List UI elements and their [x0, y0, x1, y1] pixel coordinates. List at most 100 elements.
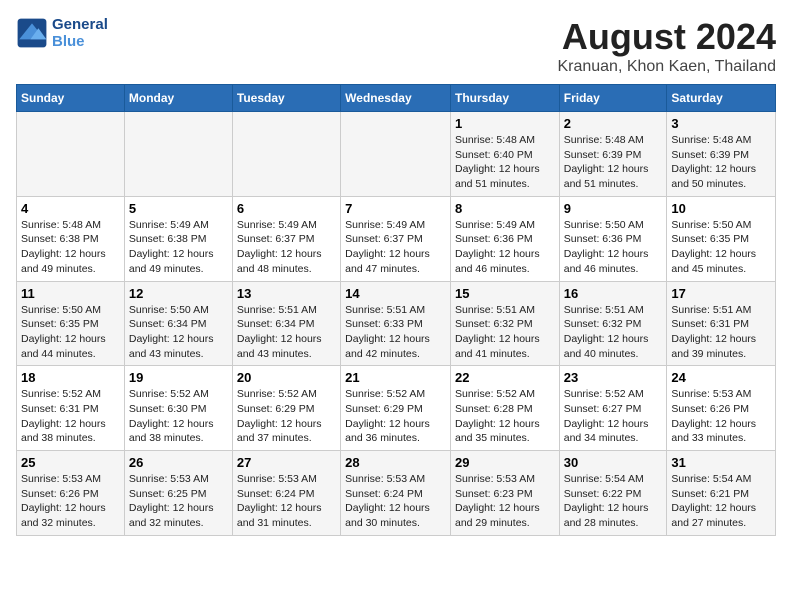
day-info: Sunrise: 5:51 AM Sunset: 6:31 PM Dayligh… [671, 303, 771, 362]
calendar-cell: 7 Sunrise: 5:49 AM Sunset: 6:37 PM Daylig… [341, 196, 451, 281]
day-info: Sunrise: 5:53 AM Sunset: 6:24 PM Dayligh… [345, 472, 446, 531]
day-number: 28 [345, 455, 446, 470]
day-number: 10 [671, 201, 771, 216]
calendar-week-row: 25 Sunrise: 5:53 AM Sunset: 6:26 PM Dayli… [17, 451, 776, 536]
day-number: 7 [345, 201, 446, 216]
day-number: 22 [455, 370, 555, 385]
calendar-cell: 5Sunrise: 5:49 AM Sunset: 6:38 PM Daylig… [124, 196, 232, 281]
calendar-cell: 18 Sunrise: 5:52 AM Sunset: 6:31 PM Dayli… [17, 366, 125, 451]
day-info: Sunrise: 5:54 AM Sunset: 6:22 PM Dayligh… [564, 472, 663, 531]
day-number: 11 [21, 286, 120, 301]
calendar-cell: 2Sunrise: 5:48 AM Sunset: 6:39 PM Daylig… [559, 112, 667, 197]
weekday-header: Wednesday [341, 85, 451, 112]
calendar-cell: 3Sunrise: 5:48 AM Sunset: 6:39 PM Daylig… [667, 112, 776, 197]
calendar-header: SundayMondayTuesdayWednesdayThursdayFrid… [17, 85, 776, 112]
day-info: Sunrise: 5:53 AM Sunset: 6:26 PM Dayligh… [671, 387, 771, 446]
weekday-header: Friday [559, 85, 667, 112]
calendar-cell: 26 Sunrise: 5:53 AM Sunset: 6:25 PM Dayli… [124, 451, 232, 536]
calendar-cell [232, 112, 340, 197]
calendar-cell: 31Sunrise: 5:54 AM Sunset: 6:21 PM Dayli… [667, 451, 776, 536]
page-header: General Blue August 2024 Kranuan, Khon K… [16, 16, 776, 76]
day-number: 29 [455, 455, 555, 470]
day-info: Sunrise: 5:53 AM Sunset: 6:23 PM Dayligh… [455, 472, 555, 531]
calendar-cell: 14Sunrise: 5:51 AM Sunset: 6:33 PM Dayli… [341, 281, 451, 366]
calendar-week-row: 4 Sunrise: 5:48 AM Sunset: 6:38 PM Daylig… [17, 196, 776, 281]
calendar-cell: 9 Sunrise: 5:50 AM Sunset: 6:36 PM Daylig… [559, 196, 667, 281]
day-info: Sunrise: 5:52 AM Sunset: 6:31 PM Dayligh… [21, 387, 120, 446]
calendar-cell: 30 Sunrise: 5:54 AM Sunset: 6:22 PM Dayli… [559, 451, 667, 536]
day-info: Sunrise: 5:50 AM Sunset: 6:36 PM Dayligh… [564, 218, 663, 277]
day-info: Sunrise: 5:50 AM Sunset: 6:35 PM Dayligh… [671, 218, 771, 277]
calendar-cell: 8 Sunrise: 5:49 AM Sunset: 6:36 PM Daylig… [450, 196, 559, 281]
calendar-cell [341, 112, 451, 197]
day-info: Sunrise: 5:49 AM Sunset: 6:38 PM Dayligh… [129, 218, 228, 277]
calendar-cell: 27 Sunrise: 5:53 AM Sunset: 6:24 PM Dayli… [232, 451, 340, 536]
day-info: Sunrise: 5:53 AM Sunset: 6:24 PM Dayligh… [237, 472, 336, 531]
day-info: Sunrise: 5:48 AM Sunset: 6:39 PM Dayligh… [671, 133, 771, 192]
day-number: 15 [455, 286, 555, 301]
calendar-cell: 28 Sunrise: 5:53 AM Sunset: 6:24 PM Dayli… [341, 451, 451, 536]
calendar-cell: 21 Sunrise: 5:52 AM Sunset: 6:29 PM Dayli… [341, 366, 451, 451]
day-number: 17 [671, 286, 771, 301]
calendar-cell: 25 Sunrise: 5:53 AM Sunset: 6:26 PM Dayli… [17, 451, 125, 536]
logo: General Blue [16, 16, 108, 50]
day-number: 8 [455, 201, 555, 216]
calendar-cell [17, 112, 125, 197]
day-info: Sunrise: 5:52 AM Sunset: 6:29 PM Dayligh… [345, 387, 446, 446]
calendar-cell: 15 Sunrise: 5:51 AM Sunset: 6:32 PM Dayli… [450, 281, 559, 366]
day-info: Sunrise: 5:48 AM Sunset: 6:39 PM Dayligh… [564, 133, 663, 192]
day-info: Sunrise: 5:50 AM Sunset: 6:34 PM Dayligh… [129, 303, 228, 362]
weekday-header: Monday [124, 85, 232, 112]
day-number: 6 [237, 201, 336, 216]
calendar-cell [124, 112, 232, 197]
logo-icon [16, 17, 48, 49]
calendar-cell: 20 Sunrise: 5:52 AM Sunset: 6:29 PM Dayli… [232, 366, 340, 451]
day-number: 25 [21, 455, 120, 470]
day-info: Sunrise: 5:48 AM Sunset: 6:38 PM Dayligh… [21, 218, 120, 277]
day-number: 4 [21, 201, 120, 216]
weekday-header: Sunday [17, 85, 125, 112]
calendar-week-row: 18 Sunrise: 5:52 AM Sunset: 6:31 PM Dayli… [17, 366, 776, 451]
day-info: Sunrise: 5:52 AM Sunset: 6:29 PM Dayligh… [237, 387, 336, 446]
day-info: Sunrise: 5:48 AM Sunset: 6:40 PM Dayligh… [455, 133, 555, 192]
calendar-cell: 1 Sunrise: 5:48 AM Sunset: 6:40 PM Daylig… [450, 112, 559, 197]
day-info: Sunrise: 5:53 AM Sunset: 6:26 PM Dayligh… [21, 472, 120, 531]
day-number: 12 [129, 286, 228, 301]
calendar-cell: 10 Sunrise: 5:50 AM Sunset: 6:35 PM Dayli… [667, 196, 776, 281]
day-info: Sunrise: 5:52 AM Sunset: 6:28 PM Dayligh… [455, 387, 555, 446]
day-number: 13 [237, 286, 336, 301]
main-title: August 2024 [557, 16, 776, 58]
calendar-cell: 24 Sunrise: 5:53 AM Sunset: 6:26 PM Dayli… [667, 366, 776, 451]
day-info: Sunrise: 5:54 AM Sunset: 6:21 PM Dayligh… [671, 472, 771, 531]
day-number: 27 [237, 455, 336, 470]
day-number: 24 [671, 370, 771, 385]
subtitle: Kranuan, Khon Kaen, Thailand [557, 58, 776, 76]
day-info: Sunrise: 5:53 AM Sunset: 6:25 PM Dayligh… [129, 472, 228, 531]
day-info: Sunrise: 5:52 AM Sunset: 6:27 PM Dayligh… [564, 387, 663, 446]
logo-text: General Blue [52, 16, 108, 50]
day-number: 21 [345, 370, 446, 385]
day-info: Sunrise: 5:49 AM Sunset: 6:37 PM Dayligh… [345, 218, 446, 277]
calendar-cell: 13Sunrise: 5:51 AM Sunset: 6:34 PM Dayli… [232, 281, 340, 366]
day-info: Sunrise: 5:51 AM Sunset: 6:32 PM Dayligh… [564, 303, 663, 362]
weekday-header: Tuesday [232, 85, 340, 112]
calendar-cell: 16 Sunrise: 5:51 AM Sunset: 6:32 PM Dayli… [559, 281, 667, 366]
day-number: 30 [564, 455, 663, 470]
weekday-header: Saturday [667, 85, 776, 112]
day-info: Sunrise: 5:51 AM Sunset: 6:32 PM Dayligh… [455, 303, 555, 362]
day-number: 19 [129, 370, 228, 385]
day-number: 16 [564, 286, 663, 301]
calendar-cell: 12 Sunrise: 5:50 AM Sunset: 6:34 PM Dayli… [124, 281, 232, 366]
day-number: 18 [21, 370, 120, 385]
calendar-cell: 23Sunrise: 5:52 AM Sunset: 6:27 PM Dayli… [559, 366, 667, 451]
title-area: August 2024 Kranuan, Khon Kaen, Thailand [557, 16, 776, 76]
calendar-cell: 4 Sunrise: 5:48 AM Sunset: 6:38 PM Daylig… [17, 196, 125, 281]
day-number: 9 [564, 201, 663, 216]
day-number: 20 [237, 370, 336, 385]
day-number: 26 [129, 455, 228, 470]
calendar-cell: 19Sunrise: 5:52 AM Sunset: 6:30 PM Dayli… [124, 366, 232, 451]
calendar-cell: 11Sunrise: 5:50 AM Sunset: 6:35 PM Dayli… [17, 281, 125, 366]
day-info: Sunrise: 5:49 AM Sunset: 6:36 PM Dayligh… [455, 218, 555, 277]
calendar-week-row: 11Sunrise: 5:50 AM Sunset: 6:35 PM Dayli… [17, 281, 776, 366]
day-number: 1 [455, 116, 555, 131]
